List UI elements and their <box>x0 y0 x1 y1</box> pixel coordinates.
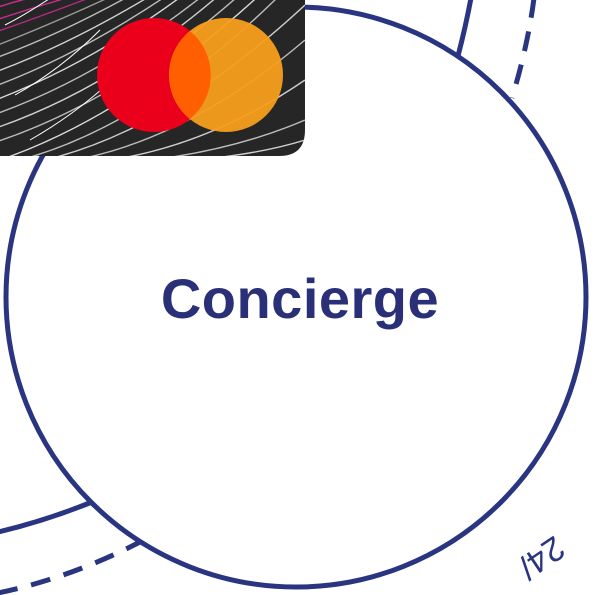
outer-arc-top <box>455 0 474 57</box>
outer-arc-bottom <box>0 499 93 535</box>
outer-dashed-arc-top <box>509 0 537 99</box>
concierge-graphic: 24/ Concierge <box>0 0 598 595</box>
concierge-label: Concierge <box>160 266 440 330</box>
mastercard-logo <box>97 18 283 132</box>
partial-24-7-text: 24/ <box>510 528 571 586</box>
outer-dashed-arc-bottom <box>0 539 142 595</box>
